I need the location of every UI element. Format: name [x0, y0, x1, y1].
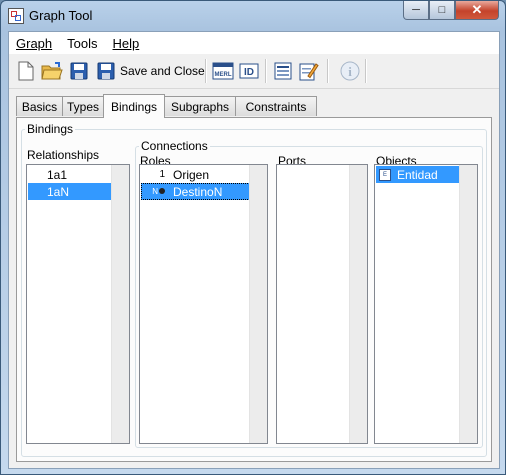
menu-bar: Graph Tools Help: [9, 32, 499, 54]
toolbar-separator: [327, 59, 329, 83]
id-button[interactable]: ID: [238, 60, 260, 82]
form-icon: [274, 62, 292, 80]
bindings-group-title: Bindings: [25, 122, 76, 136]
ports-list[interactable]: [276, 164, 368, 444]
tab-basics[interactable]: Basics: [16, 96, 63, 116]
window-client-area: Graph Tools Help Save and Close MERL ID …: [8, 31, 500, 469]
connections-group-title: Connections: [139, 139, 210, 153]
tab-subgraphs[interactable]: Subgraphs: [164, 96, 236, 116]
list-item[interactable]: 1a1: [28, 166, 112, 183]
list-item[interactable]: N DestinoN: [141, 183, 250, 200]
menu-tools[interactable]: Tools: [60, 36, 105, 51]
id-icon: ID: [239, 63, 259, 79]
save-close-disk-icon: [97, 62, 115, 80]
relationships-scrollbar[interactable]: [111, 165, 129, 443]
relationship-label: 1a1: [47, 167, 68, 182]
objects-scrollbar[interactable]: [459, 165, 477, 443]
maximize-button[interactable]: □: [429, 1, 455, 20]
role-cardinality: 1: [159, 169, 165, 180]
open-folder-icon: [41, 62, 63, 80]
merl-button[interactable]: MERL: [211, 60, 235, 82]
svg-text:i: i: [348, 64, 352, 79]
edit-pencil-icon: [299, 63, 319, 81]
toolbar: Save and Close MERL ID i: [9, 54, 499, 89]
relationship-label: 1aN: [47, 184, 70, 199]
bindings-tab-panel: Bindings Relationships 1a1 1aN Connectio…: [16, 117, 492, 462]
menu-tools-label: Tools: [67, 35, 98, 51]
merl-icon: MERL: [212, 62, 234, 80]
save-and-close-button[interactable]: [95, 60, 117, 82]
info-icon: i: [340, 61, 360, 81]
new-button[interactable]: [15, 60, 37, 82]
close-icon: ✕: [471, 2, 483, 17]
menu-graph[interactable]: Graph: [9, 36, 60, 51]
info-button[interactable]: i: [339, 60, 361, 82]
roles-list[interactable]: 1 Origen N DestinoN: [139, 164, 268, 444]
relationships-header: Relationships: [27, 148, 100, 162]
svg-text:MERL: MERL: [215, 72, 232, 78]
ports-scrollbar[interactable]: [349, 165, 367, 443]
toolbar-separator: [265, 59, 267, 83]
role-cardinality-text: N: [152, 187, 158, 196]
list-item[interactable]: E Entidad: [376, 166, 460, 183]
edit-button[interactable]: [298, 60, 320, 82]
tab-constraints[interactable]: Constraints: [235, 96, 317, 116]
graph-tool-app-icon: [8, 8, 24, 24]
new-document-icon: [18, 61, 34, 81]
role-cardinality: N: [141, 187, 173, 196]
save-and-close-label[interactable]: Save and Close: [120, 64, 205, 78]
role-dot-icon: [159, 188, 165, 194]
role-label: DestinoN: [173, 184, 223, 199]
menu-help-label: Help: [112, 35, 140, 51]
minimize-button[interactable]: ─: [403, 1, 429, 20]
svg-text:ID: ID: [244, 67, 254, 78]
properties-button[interactable]: [272, 60, 294, 82]
object-label: Entidad: [397, 167, 438, 182]
objects-list[interactable]: E Entidad: [374, 164, 478, 444]
toolbar-separator: [205, 59, 207, 83]
window-title: Graph Tool: [29, 8, 93, 23]
entity-icon: E: [379, 168, 391, 181]
tab-bindings[interactable]: Bindings: [103, 94, 165, 118]
maximize-icon: □: [438, 4, 446, 16]
roles-scrollbar[interactable]: [249, 165, 267, 443]
menu-graph-label: Graph: [16, 35, 53, 51]
relationships-list[interactable]: 1a1 1aN: [26, 164, 130, 444]
minimize-icon: ─: [412, 4, 420, 16]
role-label: Origen: [173, 167, 210, 182]
title-bar[interactable]: Graph Tool ─ □ ✕: [1, 1, 505, 31]
graph-tool-window: Graph Tool ─ □ ✕ Graph Tools Help Save a…: [0, 0, 506, 475]
close-button[interactable]: ✕: [455, 1, 499, 20]
list-item[interactable]: 1aN: [28, 183, 112, 200]
open-button[interactable]: [41, 60, 63, 82]
save-disk-icon: [70, 62, 88, 80]
tab-types[interactable]: Types: [62, 96, 104, 116]
list-item[interactable]: 1 Origen: [141, 166, 250, 183]
save-button[interactable]: [68, 60, 90, 82]
menu-help[interactable]: Help: [106, 36, 148, 51]
toolbar-separator: [365, 59, 367, 83]
